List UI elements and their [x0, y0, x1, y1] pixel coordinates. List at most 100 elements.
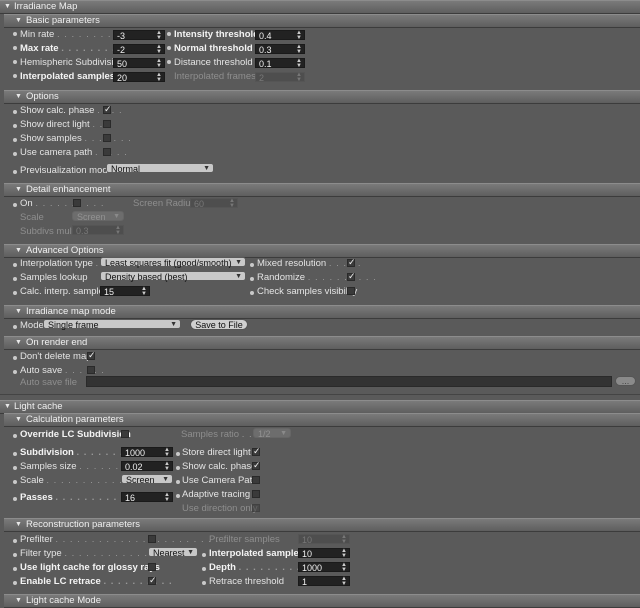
light-cache-mode-header[interactable]: ▼ Light cache Mode [4, 594, 640, 608]
depth-input[interactable]: 1000 ▲ ▼ [298, 562, 350, 573]
use-direction-only-checkbox [252, 504, 260, 512]
interpolated-samples-input[interactable]: 20 ▲ ▼ [113, 72, 165, 83]
adaptive-tracing-label: Adaptive tracing [182, 489, 251, 500]
screen-radius-label: Screen Radius [133, 198, 196, 209]
randomize-checkbox[interactable] [347, 273, 355, 281]
collapse-triangle-icon[interactable]: ▼ [15, 337, 22, 349]
irradiance-map-header[interactable]: ▼ Irradiance Map [0, 0, 640, 14]
interpolated-frames-input: 2 ▲ ▼ [255, 72, 305, 83]
prefilter-checkbox[interactable] [148, 535, 156, 543]
irradiance-mode-dropdown[interactable]: Single frame ▼ [43, 319, 181, 330]
lc-scale-dropdown[interactable]: Screen ▼ [121, 474, 173, 485]
collapse-triangle-icon[interactable]: ▼ [15, 184, 22, 196]
normal-threshold-label: Normal threshold [174, 43, 253, 54]
filter-type-dropdown[interactable]: Nearest ▼ [148, 547, 198, 558]
mixed-resolution-checkbox[interactable] [347, 259, 355, 267]
collapse-triangle-icon[interactable]: ▼ [15, 245, 22, 257]
prefilter-samples-label: Prefilter samples [209, 534, 280, 545]
param-dot-icon [13, 277, 17, 281]
collapse-triangle-icon[interactable]: ▼ [4, 401, 11, 413]
show-direct-light-label: Show direct light . . . [20, 119, 111, 130]
group-title: On render end [26, 337, 88, 348]
detail-enhancement-header[interactable]: ▼ Detail enhancement [4, 183, 640, 197]
interpolation-type-dropdown[interactable]: Least squares fit (good/smooth) ▼ [100, 257, 246, 268]
passes-input[interactable]: 16 ▲ ▼ [121, 492, 173, 503]
param-dot-icon [13, 466, 17, 470]
check-samples-visibility-label: Check samples visibility [257, 286, 358, 297]
subdivs-mult-input: 0.3 ▲ ▼ [72, 225, 124, 236]
use-camera-path-checkbox[interactable] [103, 148, 111, 156]
distance-threshold-input[interactable]: 0.1 ▲ ▼ [255, 58, 305, 69]
subdivision-input[interactable]: 1000 ▲ ▼ [121, 447, 173, 458]
intensity-threshold-input[interactable]: 0.4 ▲ ▼ [255, 30, 305, 41]
collapse-triangle-icon[interactable]: ▼ [15, 15, 22, 27]
param-dot-icon [250, 277, 254, 281]
lc-show-calc-phase-checkbox[interactable] [252, 462, 260, 470]
collapse-triangle-icon[interactable]: ▼ [15, 306, 22, 318]
use-light-cache-glossy-checkbox[interactable] [148, 563, 156, 571]
save-to-file-button[interactable]: Save to File [190, 319, 248, 330]
param-dot-icon [176, 466, 180, 470]
lc-use-camera-path-checkbox[interactable] [252, 476, 260, 484]
lc-show-calc-phase-label: Show calc. phase [182, 461, 257, 472]
hemispheric-subdivision-input[interactable]: 50 ▲ ▼ [113, 58, 165, 69]
param-dot-icon [13, 74, 17, 78]
collapse-triangle-icon[interactable]: ▼ [15, 91, 22, 103]
param-dot-icon [13, 553, 17, 557]
detail-on-checkbox[interactable] [73, 199, 81, 207]
dont-delete-map-checkbox[interactable] [87, 352, 95, 360]
section-title: Irradiance Map [14, 1, 78, 12]
samples-size-input[interactable]: 0.02 ▲ ▼ [121, 461, 173, 472]
on-render-end-header[interactable]: ▼ On render end [4, 336, 640, 350]
retrace-threshold-input[interactable]: 1 ▲ ▼ [298, 576, 350, 587]
previsualization-mode-dropdown[interactable]: Normal ▼ [106, 163, 214, 174]
auto-save-file-input [86, 376, 612, 387]
show-direct-light-checkbox[interactable] [103, 120, 111, 128]
samples-lookup-label: Samples lookup [20, 272, 88, 283]
lc-interpolated-samples-input[interactable]: 10 ▲ ▼ [298, 548, 350, 559]
show-samples-checkbox[interactable] [103, 134, 111, 142]
options-header[interactable]: ▼ Options [4, 90, 640, 104]
auto-save-checkbox[interactable] [87, 366, 95, 374]
enable-lc-retrace-checkbox[interactable] [148, 577, 156, 585]
collapse-triangle-icon[interactable]: ▼ [15, 519, 22, 531]
calc-interp-samples-input[interactable]: 15 ▲ ▼ [100, 286, 150, 297]
samples-ratio-dropdown: 1/2 ▼ [253, 428, 291, 439]
store-direct-light-checkbox[interactable] [252, 448, 260, 456]
basic-parameters-header[interactable]: ▼ Basic parameters [4, 14, 640, 28]
mode-label: Mode [20, 320, 44, 331]
advanced-options-header[interactable]: ▼ Advanced Options [4, 244, 640, 258]
irradiance-map-mode-header[interactable]: ▼ Irradiance map mode [4, 305, 640, 319]
light-cache-header[interactable]: ▼ Light cache [0, 400, 640, 414]
auto-save-file-label: Auto save file [20, 377, 78, 388]
collapse-triangle-icon[interactable]: ▼ [15, 595, 22, 607]
param-dot-icon [167, 60, 171, 64]
randomize-label: Randomize . . . . . . . . . . [257, 272, 377, 283]
hemispheric-subdivision-label: Hemispheric Subdivision [20, 57, 125, 68]
param-dot-icon [176, 480, 180, 484]
param-dot-icon [202, 553, 206, 557]
samples-lookup-dropdown[interactable]: Density based (best) ▼ [100, 271, 246, 282]
calculation-parameters-header[interactable]: ▼ Calculation parameters [4, 413, 640, 427]
reconstruction-parameters-header[interactable]: ▼ Reconstruction parameters [4, 518, 640, 532]
subdivs-mult-label: Subdivs mult. [20, 226, 78, 237]
group-title: Advanced Options [26, 245, 104, 256]
check-samples-visibility-checkbox[interactable] [347, 287, 355, 295]
param-dot-icon [13, 497, 17, 501]
normal-threshold-input[interactable]: 0.3 ▲ ▼ [255, 44, 305, 55]
browse-button: ... [615, 376, 636, 386]
interpolated-samples-label: Interpolated samples [20, 71, 116, 82]
adaptive-tracing-checkbox[interactable] [252, 490, 260, 498]
param-dot-icon [13, 452, 17, 456]
param-dot-icon [176, 452, 180, 456]
param-dot-icon [250, 263, 254, 267]
use-camera-path-label: Use camera path . . . . . [20, 147, 128, 158]
collapse-triangle-icon[interactable]: ▼ [15, 414, 22, 426]
min-rate-input[interactable]: -3 ▲ ▼ [113, 30, 165, 41]
show-calc-phase-checkbox[interactable] [103, 106, 111, 114]
max-rate-input[interactable]: -2 ▲ ▼ [113, 44, 165, 55]
param-dot-icon [202, 567, 206, 571]
retrace-threshold-label: Retrace threshold [209, 576, 284, 587]
override-lc-subdivision-checkbox[interactable] [121, 430, 129, 438]
collapse-triangle-icon[interactable]: ▼ [4, 1, 11, 13]
